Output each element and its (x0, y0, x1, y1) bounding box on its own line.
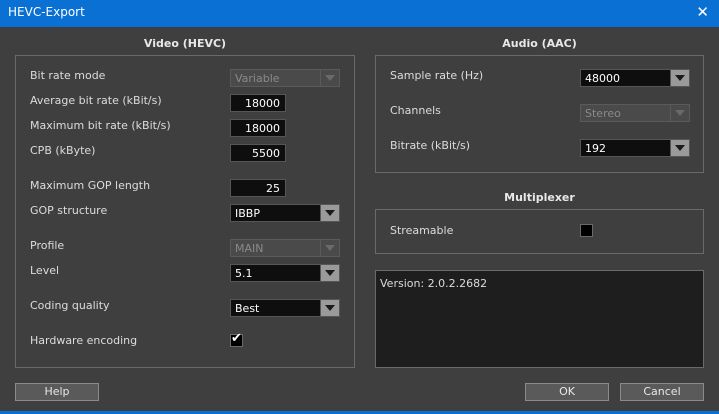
bitrate-select[interactable]: 192 (580, 139, 690, 157)
cancel-button[interactable]: Cancel (620, 383, 704, 401)
video-panel: Bit rate mode Variable Average bit rate … (15, 55, 355, 368)
streamable-checkbox[interactable] (580, 224, 593, 237)
chevron-down-icon[interactable] (320, 265, 339, 281)
chevron-down-icon (670, 105, 689, 121)
profile-label: Profile (30, 239, 65, 252)
chevron-down-icon[interactable] (320, 205, 339, 221)
sample-rate-value: 48000 (585, 72, 620, 85)
max-bit-rate-input[interactable]: 18000 (230, 119, 286, 137)
coding-quality-value: Best (235, 302, 260, 315)
chevron-down-icon[interactable] (670, 140, 689, 156)
cpb-label: CPB (kByte) (30, 144, 96, 157)
hardware-encoding-label: Hardware encoding (30, 334, 138, 347)
help-button[interactable]: Help (15, 383, 99, 401)
max-gop-label: Maximum GOP length (30, 179, 151, 192)
multiplexer-panel: Streamable (375, 209, 704, 254)
ok-button[interactable]: OK (525, 383, 609, 401)
chevron-down-icon[interactable] (320, 300, 339, 316)
channels-select: Stereo (580, 104, 690, 122)
gop-structure-select[interactable]: IBBP (230, 204, 340, 222)
sample-rate-select[interactable]: 48000 (580, 69, 690, 87)
cpb-input[interactable]: 5500 (230, 144, 286, 162)
hardware-encoding-checkbox[interactable]: ✔ (230, 331, 243, 347)
close-icon[interactable]: ✕ (696, 3, 709, 21)
level-select[interactable]: 5.1 (230, 264, 340, 282)
video-section-title: Video (HEVC) (143, 37, 227, 50)
level-label: Level (30, 264, 60, 277)
avg-bit-rate-label: Average bit rate (kBit/s) (30, 94, 162, 107)
window-title: HEVC-Export (8, 5, 85, 19)
bit-rate-mode-select: Variable (230, 69, 340, 87)
audio-section-title: Audio (AAC) (502, 37, 577, 50)
profile-select: MAIN (230, 239, 340, 257)
gop-structure-value: IBBP (235, 207, 260, 220)
bit-rate-mode-value: Variable (235, 72, 280, 85)
title-bar: HEVC-Export ✕ (0, 0, 719, 27)
streamable-label: Streamable (390, 224, 454, 237)
multiplexer-section-title: Multiplexer (504, 191, 575, 204)
version-text: Version: 2.0.2.2682 (380, 277, 488, 290)
chevron-down-icon (320, 70, 339, 86)
check-icon: ✔ (231, 331, 242, 346)
chevron-down-icon[interactable] (670, 70, 689, 86)
level-value: 5.1 (235, 267, 253, 280)
coding-quality-label: Coding quality (30, 299, 110, 312)
coding-quality-select[interactable]: Best (230, 299, 340, 317)
channels-value: Stereo (585, 107, 621, 120)
chevron-down-icon (320, 240, 339, 256)
bit-rate-mode-label: Bit rate mode (30, 69, 106, 82)
avg-bit-rate-input[interactable]: 18000 (230, 94, 286, 112)
version-box: Version: 2.0.2.2682 (375, 270, 704, 368)
sample-rate-label: Sample rate (Hz) (390, 69, 484, 82)
audio-panel: Sample rate (Hz) 48000 Channels Stereo B… (375, 55, 704, 173)
channels-label: Channels (390, 104, 441, 117)
bitrate-label: Bitrate (kBit/s) (390, 139, 471, 152)
bitrate-value: 192 (585, 142, 606, 155)
profile-value: MAIN (235, 242, 264, 255)
max-bit-rate-label: Maximum bit rate (kBit/s) (30, 119, 171, 132)
gop-structure-label: GOP structure (30, 204, 108, 217)
max-gop-input[interactable]: 25 (230, 179, 286, 197)
